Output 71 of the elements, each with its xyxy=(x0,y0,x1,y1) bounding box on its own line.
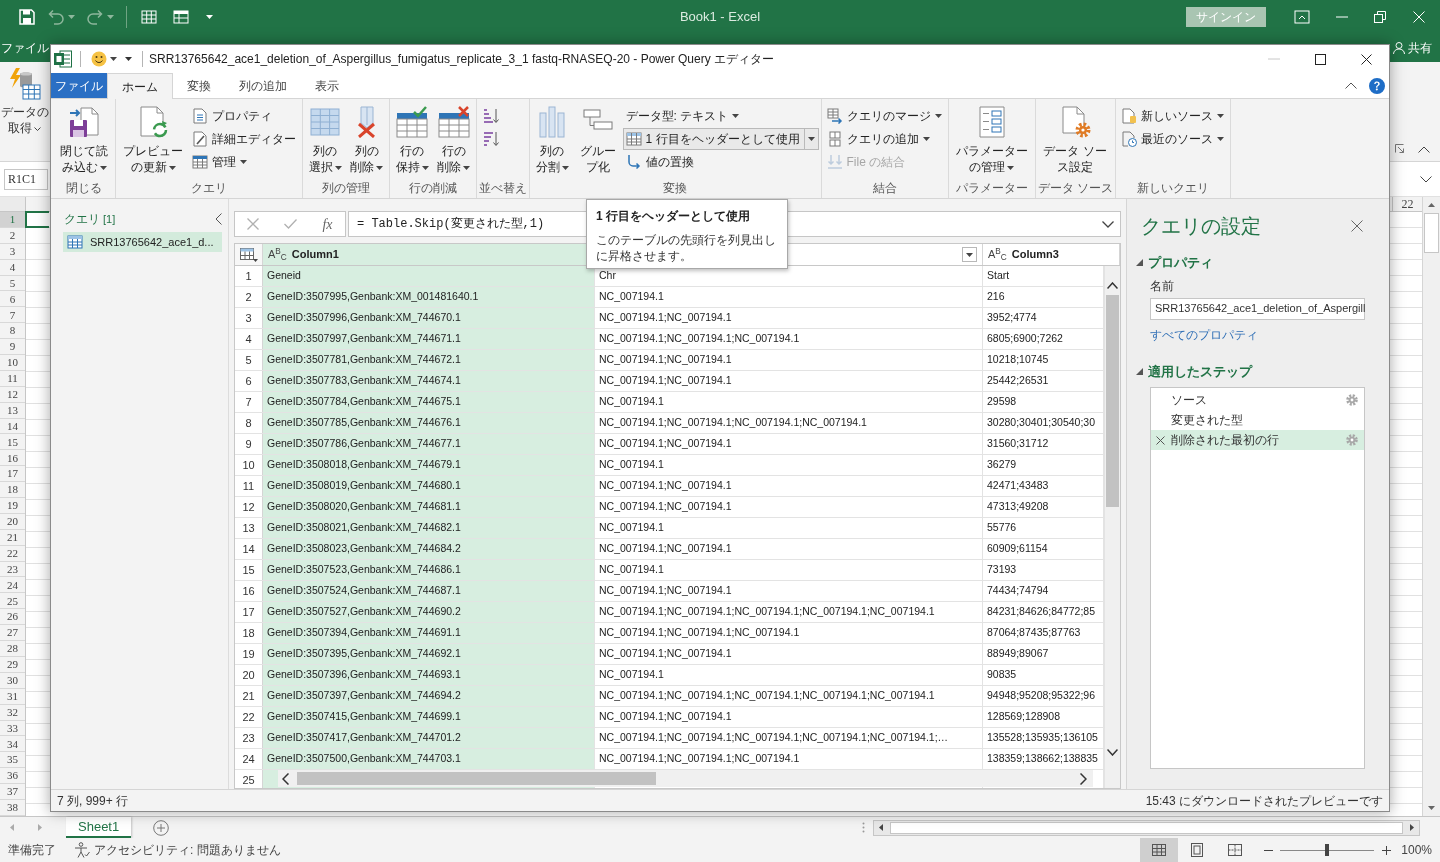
window-title: Book1 - Excel xyxy=(679,8,761,27)
column-label: Column1 xyxy=(291,247,339,263)
table-cell: GeneID:3507415,Genbank:XM_744699.1 xyxy=(263,707,595,727)
table-cell: NC_007194.1;NC_007194.1 xyxy=(595,581,983,601)
table-cell: GeneID:3507524,Genbank:XM_744687.1 xyxy=(263,581,595,601)
tooltip-title: 1 行目をヘッダーとして使用 xyxy=(596,208,751,225)
table-cell: GeneID:3507784,Genbank:XM_744675.1 xyxy=(263,392,595,412)
table-cell: Geneid xyxy=(263,266,595,286)
table-cell: NC_007194.1;NC_007194.1;NC_007194.1 xyxy=(595,749,983,769)
group-label: クエリ xyxy=(191,180,227,197)
formula-text: = Table.Skip(変更された型,1) xyxy=(357,216,545,233)
table-cell: GeneID:3508019,Genbank:XM_744680.1 xyxy=(263,476,595,496)
table-cell: GeneID:3508021,Genbank:XM_744682.1 xyxy=(263,518,595,538)
query-count: [1] xyxy=(103,211,116,227)
table-cell: NC_007194.1;NC_007194.1 xyxy=(595,644,983,664)
status-summary: 7 列, 999+ 行 xyxy=(57,792,129,810)
table-cell: GeneID:3508020,Genbank:XM_744681.1 xyxy=(263,497,595,517)
table-cell: NC_007194.1 xyxy=(595,665,983,685)
table-cell: GeneID:3507523,Genbank:XM_744686.1 xyxy=(263,560,595,580)
group-label: 並べ替え xyxy=(479,180,527,197)
table-cell: GeneID:3507500,Genbank:XM_744703.1 xyxy=(263,749,595,769)
table-cell: GeneID:3507396,Genbank:XM_744693.1 xyxy=(263,665,595,685)
table-cell: NC_007194.1;NC_007194.1 xyxy=(595,371,983,391)
group-label: 新しいクエリ xyxy=(1136,180,1209,197)
table-cell: NC_007194.1;NC_007194.1 xyxy=(595,539,983,559)
table-cell: GeneID:3507783,Genbank:XM_744674.1 xyxy=(263,371,595,391)
table-cell: NC_007194.1;NC_007194.1;NC_007194.1 xyxy=(595,623,983,643)
window-title: SRR13765642_ace1_deletion_of_Aspergillus_fumigatus_replicate_3_1 fastq-RNASEQ-20 - Power Query エディター xyxy=(149,51,774,68)
table-cell: NC_007194.1;NC_007194.1;NC_007194.1 xyxy=(595,329,983,349)
panel-title: クエリ xyxy=(64,211,100,228)
table-cell: NC_007194.1;NC_007194.1;NC_007194.1;NC_007194.1;NC_007194.1 xyxy=(595,602,983,622)
table-cell: NC_007194.1 xyxy=(595,287,983,307)
table-cell: GeneID:3507397,Genbank:XM_744694.2 xyxy=(263,686,595,706)
table-cell: NC_007194.1;NC_007194.1 xyxy=(595,308,983,328)
field-label: 名前 xyxy=(1150,277,1174,295)
group-label: パラメーター xyxy=(955,180,1028,197)
preview-status: 15:43 にダウンロードされたプレビューです xyxy=(1145,792,1383,810)
column-label: Column3 xyxy=(1011,247,1059,263)
group-label: 結合 xyxy=(872,180,897,197)
group-label: 変換 xyxy=(663,180,688,197)
table-cell: NC_007194.1;NC_007194.1 xyxy=(595,707,983,727)
table-cell: NC_007194.1;NC_007194.1;NC_007194.1;NC_007194.1;NC_007194.1;… xyxy=(595,728,983,748)
table-cell: NC_007194.1 xyxy=(595,455,983,475)
panel-title: クエリの設定 xyxy=(1141,214,1261,239)
table-cell: GeneID:3507786,Genbank:XM_744677.1 xyxy=(263,434,595,454)
table-cell: GeneID:3507394,Genbank:XM_744691.1 xyxy=(263,623,595,643)
table-cell: NC_007194.1;NC_007194.1 xyxy=(595,497,983,517)
group-label: 列の管理 xyxy=(322,180,370,197)
status-text: 準備完了 xyxy=(8,842,56,859)
table-cell: NC_007194.1 xyxy=(595,560,983,580)
table-cell: NC_007194.1 xyxy=(595,392,983,412)
table-cell: NC_007194.1;NC_007194.1;NC_007194.1;NC_007194.1;NC_007194.1 xyxy=(595,686,983,706)
table-cell: NC_007194.1 xyxy=(595,518,983,538)
table-cell: GeneID:3507996,Genbank:XM_744670.1 xyxy=(263,308,595,328)
table-cell: NC_007194.1;NC_007194.1 xyxy=(595,350,983,370)
table-cell: GeneID:3507395,Genbank:XM_744692.1 xyxy=(263,644,595,664)
group-label: データ ソース xyxy=(1037,180,1113,197)
table-cell: GeneID:3507995,Genbank:XM_001481640.1 xyxy=(263,287,595,307)
tooltip-text: このテーブルの先頭行を列見出しに昇格させます。 xyxy=(596,232,777,264)
group-label: 行の削減 xyxy=(409,180,457,197)
table-cell: NC_007194.1;NC_007194.1;NC_007194.1;NC_007194.1 xyxy=(595,413,983,433)
table-cell: GeneID:3507997,Genbank:XM_744671.1 xyxy=(263,329,595,349)
group-label: 閉じる xyxy=(66,180,102,197)
table-cell: GeneID:3507785,Genbank:XM_744676.1 xyxy=(263,413,595,433)
table-cell: GeneID:3508018,Genbank:XM_744679.1 xyxy=(263,455,595,475)
table-cell: GeneID:3507781,Genbank:XM_744672.1 xyxy=(263,350,595,370)
table-cell: NC_007194.1;NC_007194.1 xyxy=(595,434,983,454)
table-cell: GeneID:3507527,Genbank:XM_744690.2 xyxy=(263,602,595,622)
table-cell: GeneID:3507417,Genbank:XM_744701.2 xyxy=(263,728,595,748)
table-cell: GeneID:3508023,Genbank:XM_744684.2 xyxy=(263,539,595,559)
table-cell: NC_007194.1;NC_007194.1 xyxy=(595,476,983,496)
